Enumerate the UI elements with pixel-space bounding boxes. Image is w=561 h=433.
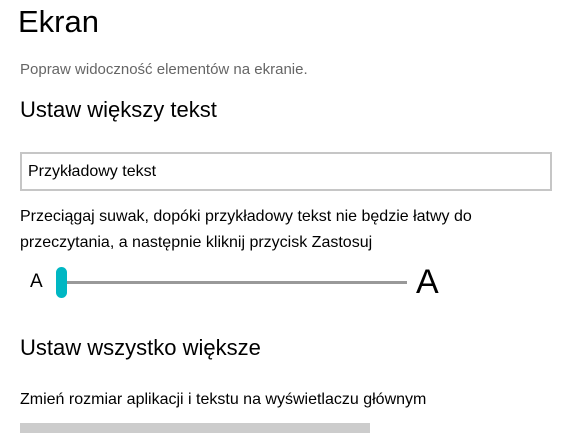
- slider-min-label: A: [30, 271, 43, 292]
- page-subtitle: Popraw widoczność elementów na ekranie.: [20, 61, 308, 78]
- text-size-description: Przeciągaj suwak, dopóki przykładowy tek…: [20, 208, 472, 251]
- scale-description: Zmień rozmiar aplikacji i tekstu na wyśw…: [20, 391, 427, 408]
- text-size-slider-thumb[interactable]: [56, 267, 67, 298]
- text-size-slider-track[interactable]: [63, 281, 407, 284]
- page-title: Ekran: [18, 4, 99, 39]
- scale-dropdown[interactable]: [20, 423, 370, 433]
- sample-text-field[interactable]: [20, 152, 552, 191]
- text-size-heading: Ustaw większy tekst: [20, 97, 217, 122]
- scale-heading: Ustaw wszystko większe: [20, 335, 261, 360]
- slider-max-label: A: [416, 263, 439, 301]
